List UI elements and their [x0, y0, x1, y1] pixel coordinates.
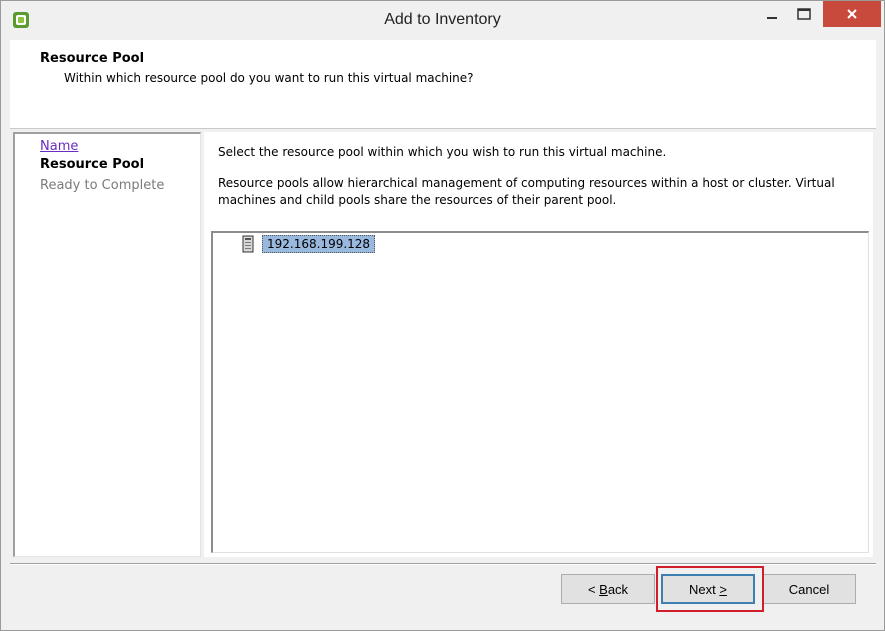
maximize-icon [797, 8, 811, 20]
back-button[interactable]: < Back [561, 574, 655, 604]
host-server-icon [242, 235, 254, 253]
description-text: Resource pools allow hierarchical manage… [218, 176, 835, 207]
instruction-text: Select the resource pool within which yo… [218, 145, 667, 159]
title-bar[interactable]: Add to Inventory [1, 1, 884, 40]
back-prefix: < [587, 581, 600, 597]
step-name-link[interactable]: Name [40, 139, 78, 154]
footer-divider [10, 563, 876, 565]
add-to-inventory-dialog: Add to Inventory Resource Pool Within wh… [0, 0, 885, 631]
close-icon [847, 9, 857, 19]
wizard-header: Resource Pool Within which resource pool… [10, 40, 876, 129]
window-title: Add to Inventory [384, 11, 501, 28]
maximize-button[interactable] [790, 1, 818, 27]
step-resource-pool: Resource Pool [40, 157, 145, 172]
close-button[interactable] [823, 1, 881, 27]
step-ready-to-complete: Ready to Complete [40, 178, 165, 193]
page-subtitle: Within which resource pool do you want t… [64, 71, 474, 85]
wizard-content: Select the resource pool within which yo… [204, 132, 873, 557]
host-label[interactable]: 192.168.199.128 [262, 235, 376, 253]
next-button-highlight [656, 566, 764, 612]
minimize-icon [767, 17, 777, 19]
back-rest: ack [607, 581, 629, 597]
resource-pool-tree[interactable]: 192.168.199.128 [211, 231, 869, 553]
page-title: Resource Pool [40, 51, 145, 66]
cancel-button[interactable]: Cancel [762, 574, 856, 604]
wizard-steps-panel: Name Resource Pool Ready to Complete [13, 132, 201, 557]
minimize-button[interactable] [758, 1, 786, 27]
tree-item-host[interactable]: 192.168.199.128 [241, 235, 376, 253]
back-mnemonic: B [599, 581, 608, 597]
